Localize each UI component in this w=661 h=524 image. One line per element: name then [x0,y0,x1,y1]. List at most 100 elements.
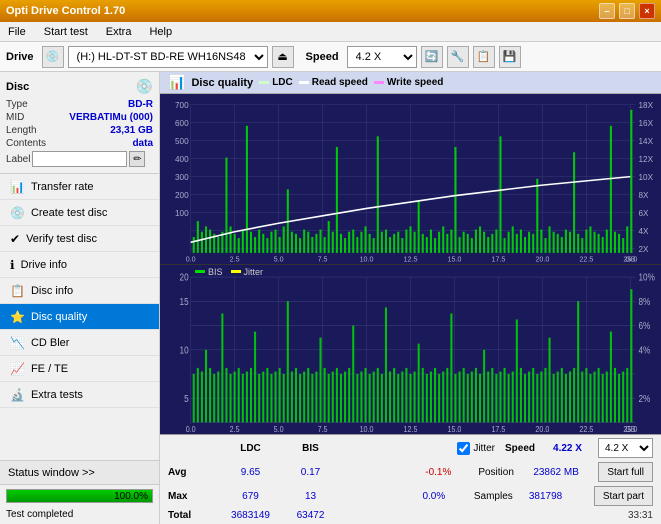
svg-text:2.5: 2.5 [230,254,240,263]
transfer-rate-icon: 📊 [10,180,25,194]
sidebar-item-create-test-disc[interactable]: 💿 Create test disc [0,200,159,226]
top-chart: 700 600 500 400 300 200 100 18X 16X 14X … [160,94,661,265]
mid-value: VERBATIMu (000) [69,112,153,123]
sidebar-item-verify-test-disc[interactable]: ✔ Verify test disc [0,226,159,252]
svg-text:700: 700 [175,100,189,110]
svg-text:4%: 4% [639,344,651,355]
maximize-button[interactable]: □ [619,3,635,19]
drive-icon: 💿 [42,46,64,68]
label-edit-button[interactable]: ✏ [129,151,145,167]
svg-text:10: 10 [180,344,189,355]
svg-text:20.0: 20.0 [535,254,549,263]
fe-te-label: FE / TE [31,363,68,375]
length-label: Length [6,125,37,136]
transfer-rate-label: Transfer rate [31,181,94,193]
start-part-button[interactable]: Start part [594,486,653,506]
menubar: File Start test Extra Help [0,22,661,42]
legend-ldc: LDC [259,77,293,88]
sidebar-item-fe-te[interactable]: 📈 FE / TE [0,356,159,382]
sidebar-item-disc-quality[interactable]: ⭐ Disc quality [0,304,159,330]
drive-select[interactable]: (H:) HL-DT-ST BD-RE WH16NS48 1.D3 [68,46,268,68]
speed-select-stats[interactable]: 4.2 X [598,438,653,458]
create-test-disc-icon: 💿 [10,206,25,220]
svg-text:17.5: 17.5 [491,254,505,263]
svg-text:15.0: 15.0 [448,424,462,434]
sidebar-item-extra-tests[interactable]: 🔬 Extra tests [0,382,159,408]
menu-help[interactable]: Help [145,24,176,40]
top-chart-svg: 700 600 500 400 300 200 100 18X 16X 14X … [160,94,661,264]
stats-panel: LDC BIS Jitter Speed 4.22 X 4.2 X Avg 9.… [160,434,661,524]
ldc-label: LDC [272,77,293,88]
legend-write-speed: Write speed [374,77,444,88]
status-window-label: Status window >> [8,467,95,479]
svg-text:14X: 14X [639,136,654,146]
start-full-button[interactable]: Start full [598,462,653,482]
menu-start-test[interactable]: Start test [40,24,92,40]
progress-bar-container: 100.0% [6,489,153,503]
jitter-label: Jitter [473,443,495,454]
sidebar-item-disc-info[interactable]: 📋 Disc info [0,278,159,304]
svg-text:15: 15 [180,296,189,307]
chart-titlebar: 📊 Disc quality LDC Read speed Write spee… [160,72,661,94]
svg-text:500: 500 [175,136,189,146]
sidebar-item-cd-bler[interactable]: 📉 CD Bler [0,330,159,356]
tool-btn-1[interactable]: 🔧 [447,46,469,68]
speed-label: Speed [306,51,339,63]
speed-header: Speed [495,443,545,454]
close-button[interactable]: × [639,3,655,19]
sidebar-item-transfer-rate[interactable]: 📊 Transfer rate [0,174,159,200]
avg-bis: 0.17 [283,467,338,478]
tool-btn-2[interactable]: 📋 [473,46,495,68]
svg-text:5: 5 [184,393,189,404]
sidebar: Disc 💿 Type BD-R MID VERBATIMu (000) Len… [0,72,160,524]
type-value: BD-R [128,99,153,110]
sidebar-item-drive-info[interactable]: ℹ Drive info [0,252,159,278]
jitter-legend-label: Jitter [244,267,264,277]
menu-file[interactable]: File [4,24,30,40]
jitter-checkbox[interactable] [457,442,470,455]
svg-text:12.5: 12.5 [404,254,418,263]
svg-text:20.0: 20.0 [535,424,549,434]
extra-tests-icon: 🔬 [10,388,25,402]
svg-text:10.0: 10.0 [360,424,374,434]
chart-title-icon: 📊 [168,74,185,91]
eject-button[interactable]: ⏏ [272,46,294,68]
create-test-disc-label: Create test disc [31,207,107,219]
minimize-button[interactable]: – [599,3,615,19]
legend-read-speed: Read speed [299,77,368,88]
speed-select[interactable]: 4.2 X [347,46,417,68]
disc-info-icon: 📋 [10,284,25,298]
svg-text:12X: 12X [639,154,654,164]
disc-icon: 💿 [136,78,153,95]
svg-text:22.5: 22.5 [579,254,593,263]
disc-title: Disc [6,81,29,93]
svg-text:100: 100 [175,208,189,218]
menu-extra[interactable]: Extra [102,24,136,40]
svg-text:GB: GB [625,424,635,434]
titlebar: Opti Drive Control 1.70 – □ × [0,0,661,22]
max-bis: 13 [283,491,338,502]
save-button[interactable]: 💾 [499,46,521,68]
svg-text:4X: 4X [639,226,649,236]
type-label: Type [6,99,28,110]
status-window-button[interactable]: Status window >> [0,461,159,485]
length-value: 23,31 GB [110,125,153,136]
svg-text:18X: 18X [639,100,654,110]
svg-text:200: 200 [175,190,189,200]
cd-bler-label: CD Bler [31,337,70,349]
ldc-color [259,81,269,84]
extra-tests-label: Extra tests [31,389,83,401]
svg-text:8%: 8% [639,296,651,307]
svg-text:7.5: 7.5 [318,254,328,263]
status-bar: Status window >> 100.0% Test completed [0,460,159,524]
position-value: 23862 MB [533,467,598,478]
label-input[interactable] [32,151,127,167]
svg-text:600: 600 [175,118,189,128]
drive-info-label: Drive info [21,259,67,271]
disc-quality-label: Disc quality [31,311,87,323]
svg-text:10.0: 10.0 [360,254,374,263]
svg-text:10X: 10X [639,172,654,182]
refresh-button[interactable]: 🔄 [421,46,443,68]
disc-info-label: Disc info [31,285,73,297]
svg-text:8X: 8X [639,190,649,200]
